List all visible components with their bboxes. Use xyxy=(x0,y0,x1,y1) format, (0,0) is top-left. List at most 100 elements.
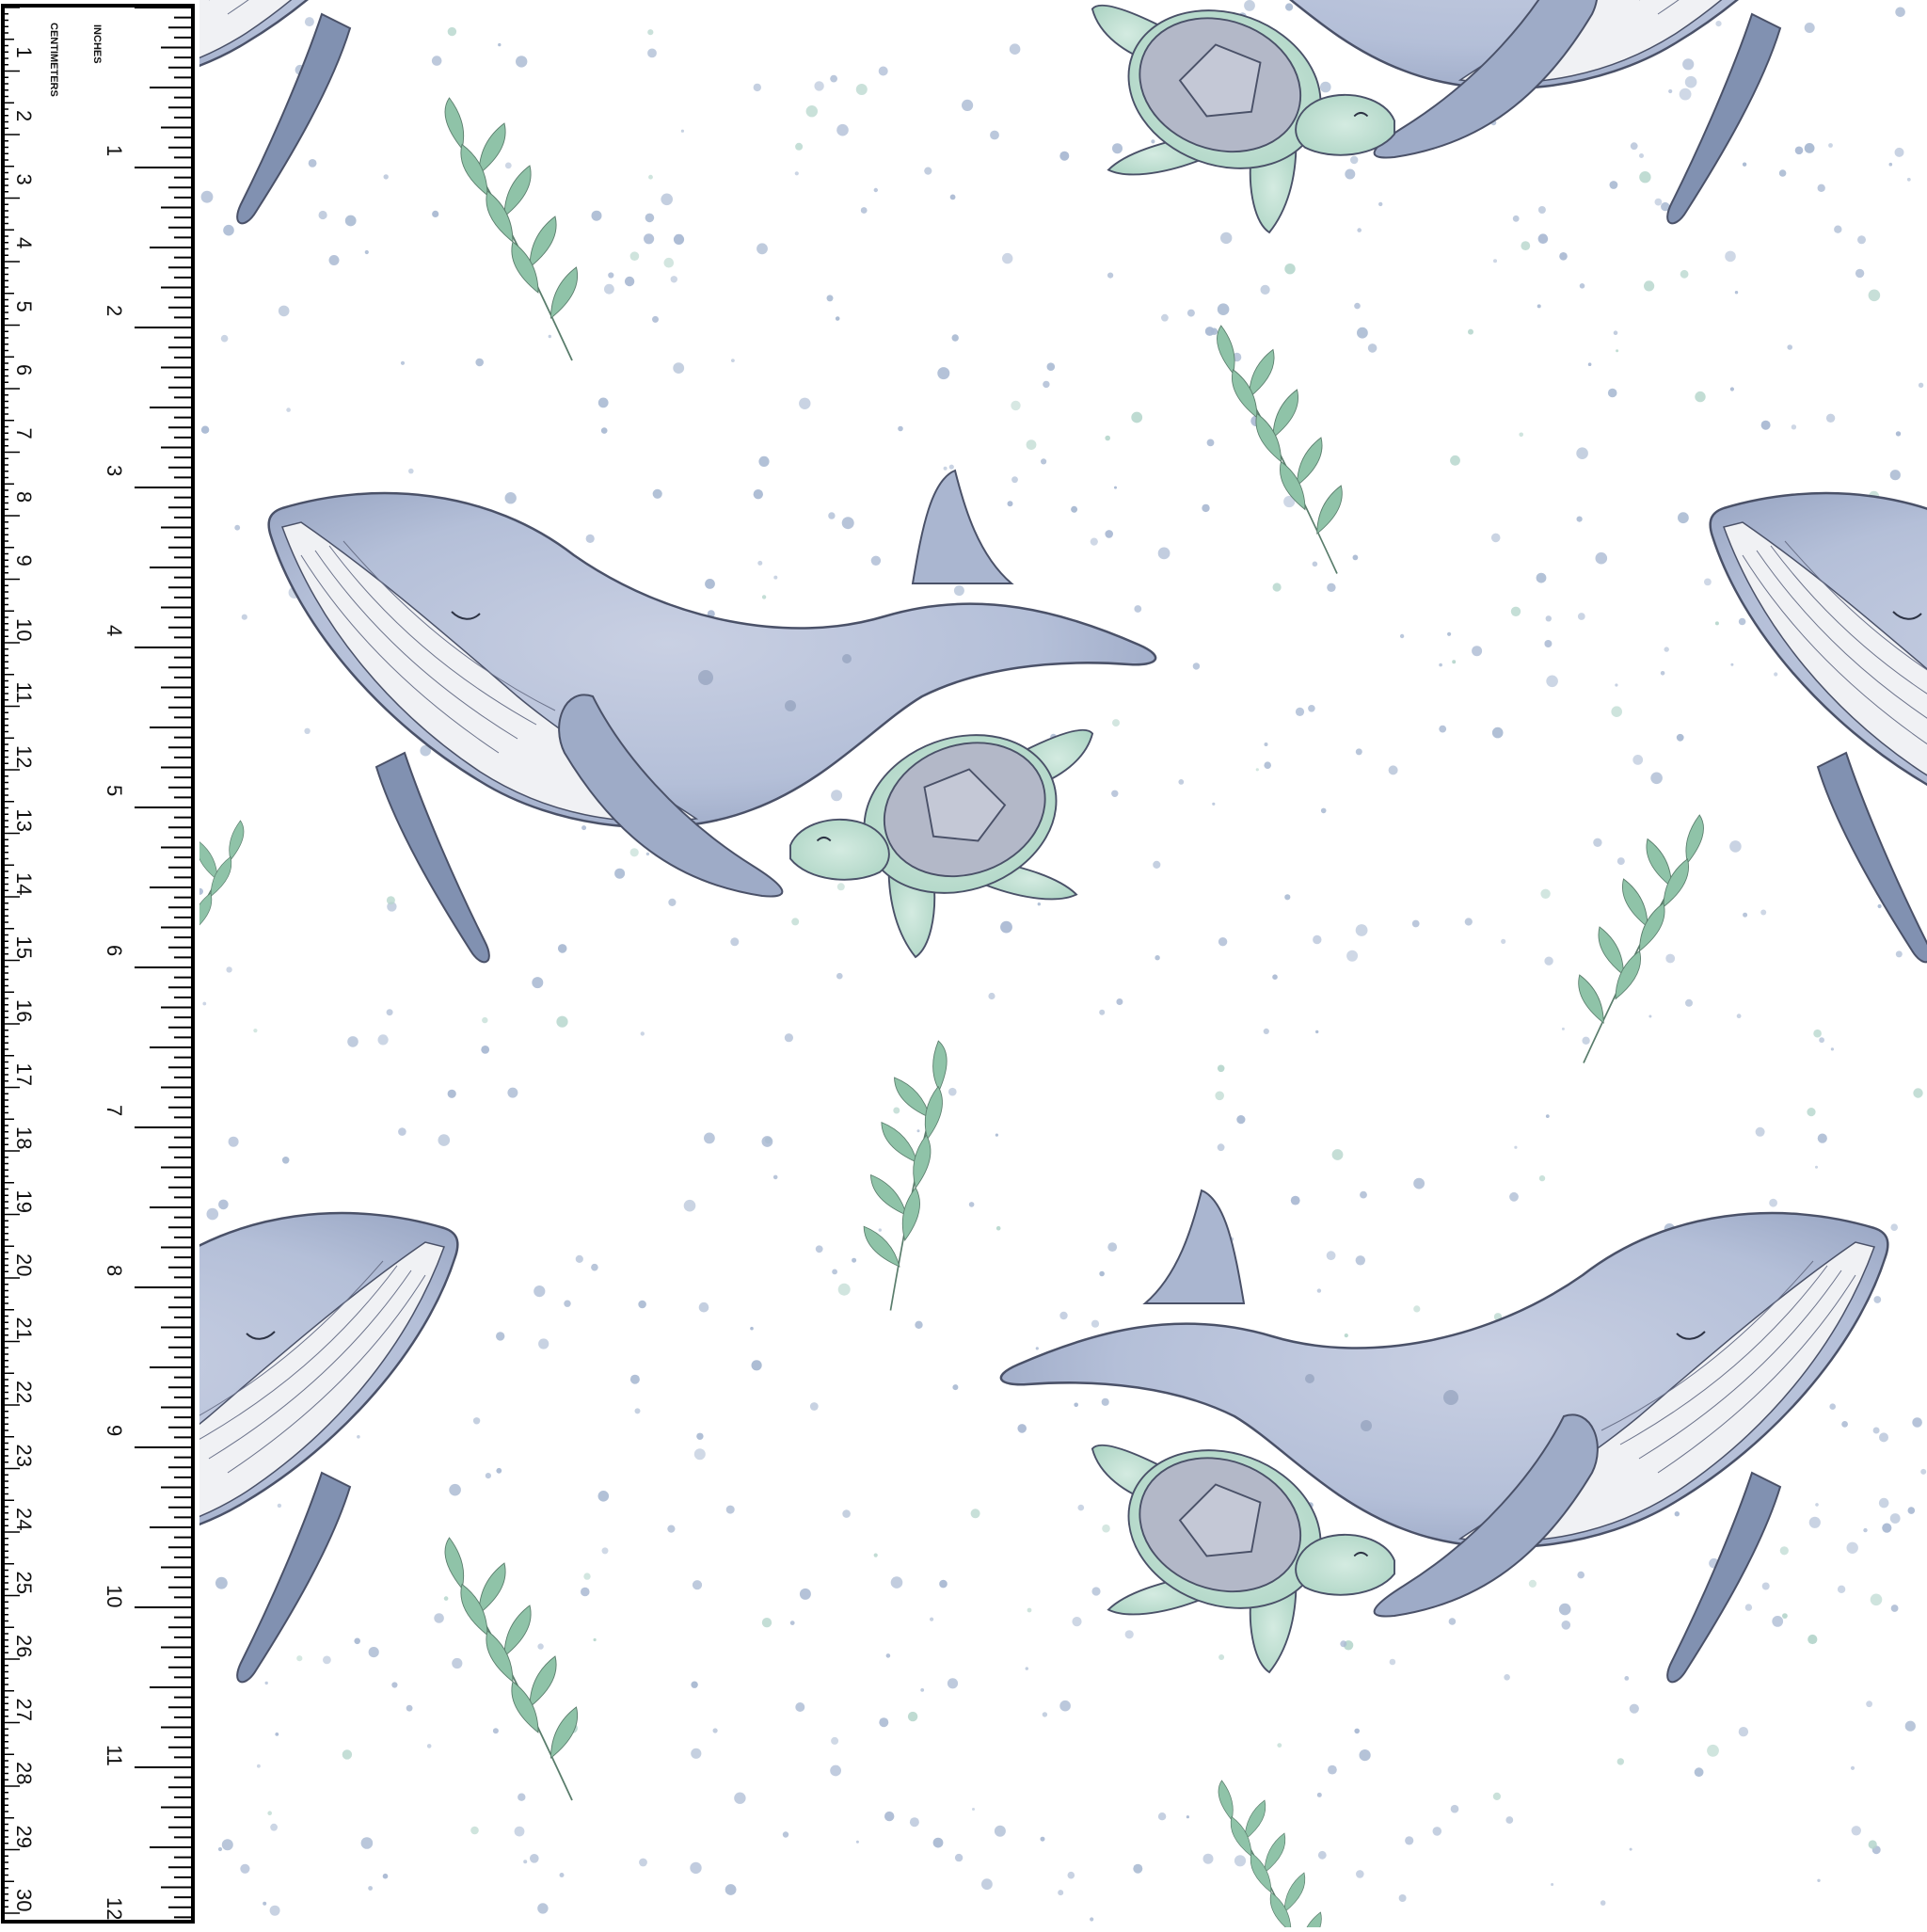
speckle-dot xyxy=(1755,1126,1765,1137)
speckle-dot xyxy=(1107,272,1114,279)
speckle-dot xyxy=(1215,1091,1224,1101)
ruler-cm-number: 25 xyxy=(12,1572,36,1594)
speckle-dot xyxy=(1804,143,1815,153)
speckle-dot xyxy=(725,1505,735,1514)
speckle-dot xyxy=(443,1596,449,1601)
speckle-dot xyxy=(1521,241,1531,250)
speckle-dot xyxy=(1540,888,1551,899)
speckle-dot xyxy=(1091,1319,1100,1328)
speckle-dot xyxy=(1328,1764,1337,1775)
speckle-dot xyxy=(1912,1417,1922,1428)
speckle-dot xyxy=(1472,646,1483,657)
speckle-dot xyxy=(799,397,811,409)
ruler-cm-number: 28 xyxy=(12,1762,36,1784)
speckle-dot xyxy=(523,1860,528,1864)
speckle-dot xyxy=(431,56,442,66)
speckle-dot xyxy=(1204,327,1215,336)
speckle-dot xyxy=(382,1873,389,1879)
speckle-dot xyxy=(791,918,800,926)
speckle-dot xyxy=(1736,1014,1742,1019)
speckle-dot xyxy=(885,1653,891,1658)
speckle-dot xyxy=(652,315,659,323)
speckle-dot xyxy=(1664,647,1669,652)
speckle-dot xyxy=(263,1901,267,1906)
speckle-dot xyxy=(1290,1195,1300,1206)
speckle-dot xyxy=(377,1034,389,1046)
speckle-dot xyxy=(1101,1397,1109,1406)
speckle-dot xyxy=(220,334,229,343)
speckle-dot xyxy=(1684,75,1697,88)
speckle-dot xyxy=(1890,1605,1899,1612)
speckle-dot xyxy=(1134,605,1142,613)
speckle-dot xyxy=(564,1300,571,1307)
speckle-dot xyxy=(470,1826,479,1835)
humpback-whale xyxy=(199,0,459,225)
speckle-dot xyxy=(1616,1758,1625,1765)
speckle-dot xyxy=(909,1817,919,1828)
speckle-dot xyxy=(1161,313,1169,322)
speckle-dot xyxy=(269,1905,280,1916)
speckle-dot xyxy=(1099,1009,1106,1015)
speckle-dot xyxy=(534,1285,546,1298)
speckle-dot xyxy=(915,1320,923,1330)
speckle-dot xyxy=(1468,328,1473,335)
speckle-dot xyxy=(1105,435,1110,441)
speckle-dot xyxy=(1837,1585,1846,1594)
speckle-dot xyxy=(1729,840,1742,853)
speckle-dot xyxy=(1133,1863,1143,1874)
speckle-dot xyxy=(795,142,804,151)
fabric-print-swatch xyxy=(199,0,1927,1927)
speckle-dot xyxy=(386,1009,393,1016)
ruler-cm-number: 29 xyxy=(12,1826,36,1848)
speckle-dot xyxy=(452,1657,463,1669)
speckle-dot xyxy=(1873,1296,1882,1303)
speckle-dot xyxy=(907,1711,918,1722)
speckle-dot xyxy=(830,1764,841,1777)
speckle-dot xyxy=(1787,344,1792,350)
speckle-dot xyxy=(234,524,241,531)
speckle-dot xyxy=(1846,1541,1858,1555)
speckle-dot xyxy=(1255,768,1259,772)
speckle-dot xyxy=(1714,621,1719,626)
speckle-dot xyxy=(1890,1223,1898,1231)
speckle-dot xyxy=(1011,400,1021,411)
speckle-dot xyxy=(591,1263,598,1271)
ruler-cm-number: 11 xyxy=(12,682,36,704)
speckle-dot xyxy=(1046,362,1056,372)
speckle-dot xyxy=(1650,772,1663,785)
speckle-dot xyxy=(1131,411,1143,423)
humpback-whale xyxy=(1709,469,1927,964)
ruler-inch-number: 2 xyxy=(103,305,126,316)
speckle-dot xyxy=(1206,439,1215,447)
speckle-dot xyxy=(530,1854,539,1863)
speckle-dot xyxy=(1546,675,1558,688)
speckle-dot xyxy=(954,1853,964,1862)
speckle-dot xyxy=(400,360,406,365)
speckle-dot xyxy=(1157,547,1171,560)
speckle-dot xyxy=(296,1655,303,1662)
speckle-dot xyxy=(1715,21,1722,27)
speckle-dot xyxy=(1263,1028,1269,1034)
speckle-dot xyxy=(1452,660,1457,664)
speckle-dot xyxy=(1308,705,1315,712)
speckle-dot xyxy=(836,883,845,891)
speckle-dot xyxy=(1551,1883,1554,1886)
speckle-dot xyxy=(1112,143,1123,154)
speckle-dot xyxy=(1834,225,1842,233)
speckle-dot xyxy=(1559,252,1568,261)
speckle-dot xyxy=(805,105,818,118)
speckle-dot xyxy=(758,455,770,467)
speckle-dot xyxy=(789,1621,795,1625)
ruler-inch-number: 6 xyxy=(103,945,126,956)
speckle-dot xyxy=(1389,1658,1396,1666)
speckle-dot xyxy=(1882,1523,1892,1533)
speckle-dot xyxy=(496,1332,505,1341)
speckle-dot xyxy=(835,316,840,321)
speckle-dot xyxy=(1577,1571,1585,1579)
speckle-dot xyxy=(585,534,595,544)
speckle-dot xyxy=(559,1873,565,1877)
speckle-dot xyxy=(1904,1720,1916,1732)
speckle-dot xyxy=(354,1637,360,1645)
speckle-dot xyxy=(648,174,653,180)
speckle-dot xyxy=(968,1202,975,1207)
